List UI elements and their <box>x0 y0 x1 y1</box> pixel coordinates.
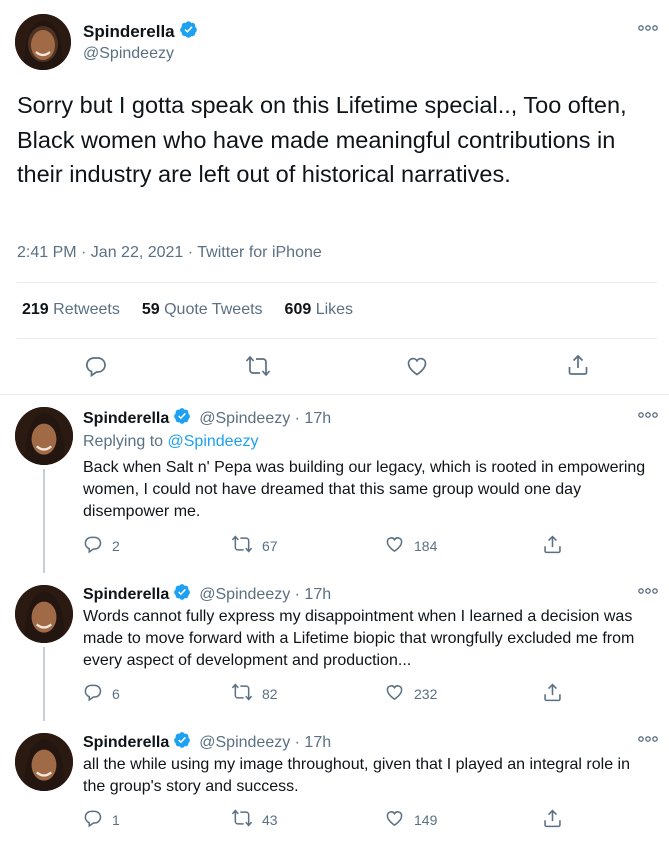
more-dots-icon[interactable] <box>638 587 658 595</box>
retweet-button[interactable]: 67 <box>231 534 278 557</box>
thread-line <box>43 469 45 573</box>
share-button[interactable] <box>542 534 563 558</box>
share-icon <box>542 534 563 558</box>
stat-retweets[interactable]: 219 Retweets <box>22 301 120 319</box>
like-button[interactable]: 184 <box>384 534 437 557</box>
author-name[interactable]: Spinderella <box>83 22 175 42</box>
reply-count: 2 <box>112 537 120 554</box>
reply-header: Spinderella @Spindeezy · 17h <box>83 731 331 754</box>
avatar[interactable] <box>15 407 73 465</box>
author-handle-time[interactable]: @Spindeezy · 17h <box>199 734 331 752</box>
retweet-icon <box>231 808 253 831</box>
tweet-stats: 219 Retweets 59 Quote Tweets 609 Likes <box>22 301 353 319</box>
like-button[interactable]: 232 <box>384 682 437 705</box>
avatar[interactable] <box>15 733 73 791</box>
divider <box>17 282 657 283</box>
reply-action-bar: 6 82 232 <box>83 682 653 706</box>
retweet-count: 43 <box>262 811 278 828</box>
reply-button[interactable]: 2 <box>83 534 120 557</box>
verified-badge-icon <box>173 731 191 754</box>
like-count: 232 <box>414 685 438 702</box>
avatar[interactable] <box>15 14 71 70</box>
retweet-button[interactable]: 43 <box>231 808 278 831</box>
share-button[interactable] <box>542 808 563 832</box>
more-dots-icon[interactable] <box>638 24 658 32</box>
replying-to: Replying to @Spindeezy <box>83 433 258 451</box>
like-count: 149 <box>414 811 438 828</box>
replying-prefix: Replying to <box>83 433 164 450</box>
reply-icon <box>83 682 103 705</box>
like-button[interactable]: 149 <box>384 808 437 831</box>
author-name[interactable]: Spinderella <box>83 734 169 752</box>
retweet-icon[interactable] <box>245 354 271 383</box>
verified-badge-icon <box>173 583 191 606</box>
reply-icon <box>83 534 103 557</box>
tweet-text: Sorry but I gotta speak on this Lifetime… <box>17 92 627 187</box>
author-handle-time[interactable]: @Spindeezy · 17h <box>199 586 331 604</box>
retweet-count: 67 <box>262 537 278 554</box>
verified-badge-icon <box>173 407 191 430</box>
reply-header: Spinderella @Spindeezy · 17h <box>83 407 331 430</box>
share-icon[interactable] <box>566 353 590 382</box>
avatar[interactable] <box>15 585 73 643</box>
reply-count: 6 <box>112 685 120 702</box>
reply-text: Back when Salt n' Pepa was building our … <box>83 459 646 520</box>
author-name[interactable]: Spinderella <box>83 410 169 428</box>
tweet-action-bar <box>0 352 669 382</box>
retweet-icon <box>231 534 253 557</box>
replying-to-link[interactable]: @Spindeezy <box>168 433 259 450</box>
reply-text: all the while using my image throughout,… <box>83 756 630 795</box>
heart-icon <box>384 808 405 831</box>
reply-icon <box>83 808 103 831</box>
share-icon <box>542 682 563 706</box>
author-name[interactable]: Spinderella <box>83 586 169 604</box>
retweet-count: 82 <box>262 685 278 702</box>
retweet-button[interactable]: 82 <box>231 682 278 705</box>
reply-button[interactable]: 6 <box>83 682 120 705</box>
stat-quote-tweets[interactable]: 59 Quote Tweets <box>142 301 263 319</box>
thread-line <box>43 647 45 721</box>
stat-label: Likes <box>315 301 354 318</box>
author-handle-time[interactable]: @Spindeezy · 17h <box>199 410 331 428</box>
retweet-icon <box>231 682 253 705</box>
reply-text: Words cannot fully express my disappoint… <box>83 608 635 669</box>
author-name-row[interactable]: Spinderella <box>83 20 198 44</box>
reply-action-bar: 2 67 184 <box>83 534 653 558</box>
divider <box>17 338 657 339</box>
like-count: 184 <box>414 537 438 554</box>
verified-badge-icon <box>179 20 198 44</box>
stat-count: 59 <box>141 301 160 318</box>
tweet-meta[interactable]: 2:41 PM · Jan 22, 2021 · Twitter for iPh… <box>17 244 322 262</box>
share-icon <box>542 808 563 832</box>
reply-tweet[interactable]: Spinderella @Spindeezy · 17h Words canno… <box>0 573 669 721</box>
reply-count: 1 <box>112 811 120 828</box>
reply-button[interactable]: 1 <box>83 808 120 831</box>
stat-likes[interactable]: 609 Likes <box>285 301 354 319</box>
heart-icon[interactable] <box>405 354 429 383</box>
main-tweet: Spinderella @Spindeezy Sorry but I gotta… <box>0 0 669 395</box>
stat-label: Retweets <box>53 301 120 318</box>
reply-action-bar: 1 43 149 <box>83 808 653 832</box>
heart-icon <box>384 682 405 705</box>
more-dots-icon[interactable] <box>638 735 658 743</box>
stat-label: Quote Tweets <box>164 301 263 318</box>
reply-tweet[interactable]: Spinderella @Spindeezy · 17h all the whi… <box>0 721 669 847</box>
reply-header: Spinderella @Spindeezy · 17h <box>83 583 331 606</box>
more-dots-icon[interactable] <box>638 411 658 419</box>
author-handle[interactable]: @Spindeezy <box>83 45 174 63</box>
reply-icon[interactable] <box>84 354 108 383</box>
stat-count: 609 <box>284 301 312 318</box>
heart-icon <box>384 534 405 557</box>
share-button[interactable] <box>542 682 563 706</box>
reply-tweet[interactable]: Spinderella @Spindeezy · 17h Replying to… <box>0 395 669 573</box>
stat-count: 219 <box>22 301 49 318</box>
